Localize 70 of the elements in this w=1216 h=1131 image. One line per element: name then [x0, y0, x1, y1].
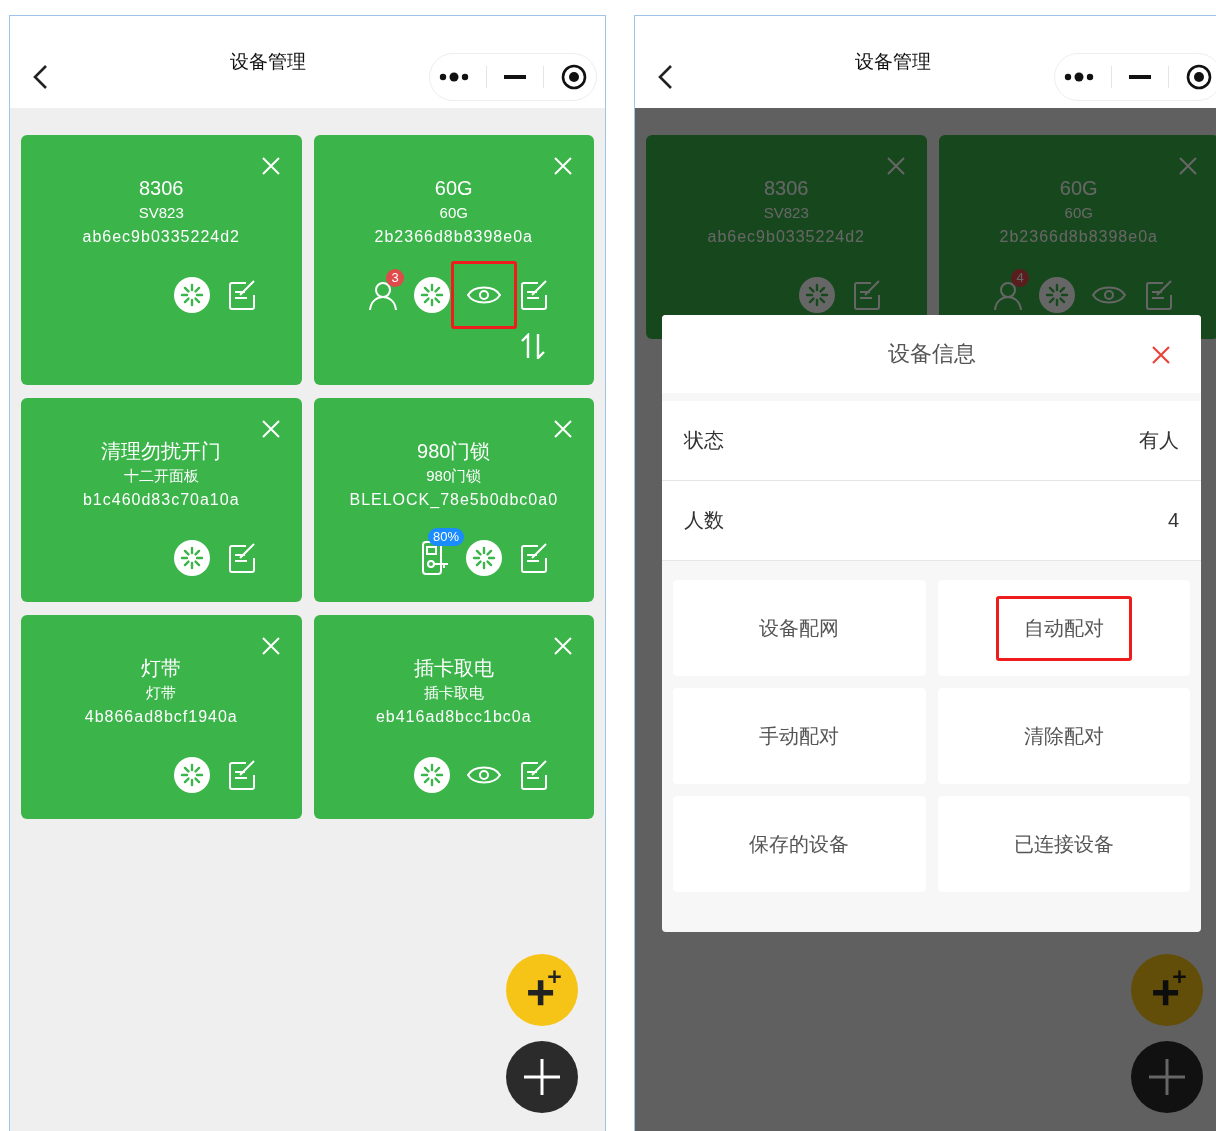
- device-card[interactable]: 60G 60G 2b2366d8b8398e0a 3: [313, 135, 594, 385]
- device-model: 60G: [438, 203, 469, 223]
- device-card[interactable]: 清理勿扰开门 十二开面板 b1c460d83c70a10a: [21, 398, 302, 602]
- minimize-icon[interactable]: [503, 75, 526, 79]
- aperture-icon[interactable]: [173, 277, 210, 313]
- device-card[interactable]: 8306 SV823 ab6ec9b0335224d2: [21, 135, 302, 385]
- aperture-icon[interactable]: [1039, 277, 1075, 313]
- device-card[interactable]: 980门锁 980门锁 BLELOCK_78e5b0dbc0a0 80%: [313, 398, 594, 602]
- action-button[interactable]: 手动配对: [673, 688, 926, 784]
- page-title: 设备管理: [228, 50, 307, 74]
- count-badge: 80%: [428, 528, 465, 546]
- edit-icon[interactable]: [518, 542, 550, 574]
- dialog-title: 设备信息: [887, 340, 976, 368]
- device-id: eb416ad8bcc1bc0a: [374, 707, 533, 727]
- minimize-icon[interactable]: [1128, 75, 1151, 79]
- device-name: 清理勿扰开门: [100, 439, 223, 464]
- more-icon[interactable]: [438, 72, 469, 82]
- info-value: 4: [1167, 509, 1179, 532]
- action-button[interactable]: 清除配对: [937, 688, 1190, 784]
- close-icon[interactable]: [1151, 345, 1171, 365]
- back-icon[interactable]: [657, 64, 673, 90]
- action-button[interactable]: 保存的设备: [673, 796, 926, 892]
- device-id: BLELOCK_78e5b0dbc0a0: [348, 490, 560, 510]
- count-badge: 4: [1011, 269, 1029, 287]
- device-name: 8306: [763, 176, 810, 201]
- aperture-icon[interactable]: [466, 540, 502, 576]
- device-name: 60G: [433, 176, 474, 201]
- info-value: 有人: [1139, 428, 1179, 453]
- target-icon[interactable]: [1186, 64, 1213, 90]
- aperture-icon[interactable]: [414, 277, 450, 313]
- device-name: 灯带: [140, 656, 183, 681]
- target-icon[interactable]: [561, 64, 588, 90]
- door-lock-icon[interactable]: [420, 540, 450, 576]
- device-model: 980门锁: [425, 466, 483, 486]
- device-model: 十二开面板: [122, 466, 200, 486]
- aperture-icon[interactable]: [414, 757, 450, 793]
- device-model: 60G: [1063, 203, 1094, 223]
- page-title: 设备管理: [853, 50, 932, 74]
- device-name: 插卡取电: [412, 656, 495, 681]
- edit-icon[interactable]: [518, 759, 550, 791]
- device-id: ab6ec9b0335224d2: [81, 227, 241, 247]
- action-button[interactable]: 已连接设备: [937, 796, 1190, 892]
- device-model: SV823: [762, 203, 810, 223]
- more-icon[interactable]: [1063, 72, 1094, 82]
- device-name: 60G: [1058, 176, 1099, 201]
- aperture-icon[interactable]: [173, 540, 210, 576]
- plus-icon: [524, 1059, 560, 1095]
- device-id: 4b866ad8bcf1940a: [83, 707, 239, 727]
- info-label: 状态: [684, 428, 724, 453]
- device-id: b1c460d83c70a10a: [81, 490, 241, 510]
- device-name: 8306: [138, 176, 185, 201]
- device-id: 2b2366d8b8398e0a: [373, 227, 534, 247]
- device-model: SV823: [137, 203, 185, 223]
- count-badge: 3: [386, 269, 404, 287]
- aperture-icon[interactable]: [798, 277, 835, 313]
- info-label: 人数: [684, 508, 724, 533]
- device-card[interactable]: 灯带 灯带 4b866ad8bcf1940a: [21, 615, 302, 819]
- device-name: 980门锁: [416, 439, 492, 464]
- device-id: ab6ec9b0335224d2: [706, 227, 866, 247]
- device-model: 灯带: [145, 683, 178, 703]
- edit-icon[interactable]: [518, 279, 550, 311]
- aperture-icon[interactable]: [173, 757, 210, 793]
- back-icon[interactable]: [32, 64, 48, 90]
- action-button[interactable]: 设备配网: [673, 580, 926, 676]
- device-id: 2b2366d8b8398e0a: [998, 227, 1159, 247]
- device-card[interactable]: 插卡取电 插卡取电 eb416ad8bcc1bc0a: [313, 615, 594, 819]
- device-model: 插卡取电: [422, 683, 485, 703]
- action-button[interactable]: 自动配对: [937, 580, 1190, 676]
- edit-icon[interactable]: [1143, 279, 1175, 311]
- plus-icon: [1149, 1059, 1185, 1095]
